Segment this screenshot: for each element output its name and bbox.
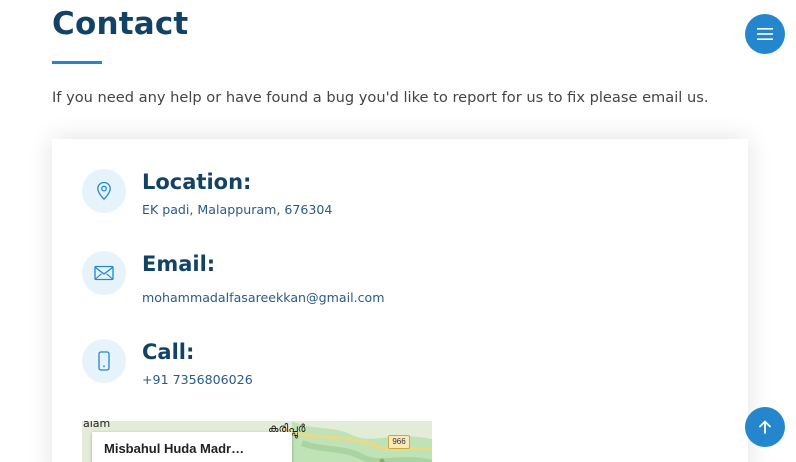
menu-toggle-button[interactable] — [745, 14, 785, 54]
map-place-card[interactable]: Misbahul Huda Madr… — [92, 432, 292, 462]
location-icon-circle — [82, 169, 126, 213]
contact-info-card: Location: EK padi, Malappuram, 676304 Em… — [52, 139, 748, 462]
road-number-badge: 966 — [388, 435, 410, 449]
map-label-left: alam — [83, 421, 111, 430]
email-icon-circle — [82, 251, 126, 295]
call-heading: Call: — [142, 340, 195, 364]
call-icon-circle — [82, 339, 126, 383]
location-text: EK padi, Malappuram, 676304 — [142, 202, 333, 217]
location-heading: Location: — [142, 170, 252, 194]
map-place-name: Misbahul Huda Madr… — [104, 441, 245, 456]
envelope-icon — [94, 265, 114, 281]
section-intro: If you need any help or have found a bug… — [52, 89, 709, 106]
map-embed[interactable]: alam കരിപ്പൂർ 966 Misbahul Huda Madr… — [82, 421, 432, 462]
contact-page: Contact If you need any help or have fou… — [0, 0, 796, 462]
hamburger-icon — [757, 28, 773, 40]
section-title: Contact — [52, 6, 189, 42]
phone-icon — [98, 351, 110, 371]
map-pin-icon — [97, 181, 111, 201]
email-heading: Email: — [142, 252, 216, 276]
email-link[interactable]: mohammadalfasareekkan@gmail.com — [142, 290, 385, 306]
call-link[interactable]: +91 7356806026 — [142, 372, 253, 388]
title-underline — [52, 61, 102, 64]
back-to-top-button[interactable] — [745, 407, 785, 447]
arrow-up-icon — [759, 420, 771, 434]
